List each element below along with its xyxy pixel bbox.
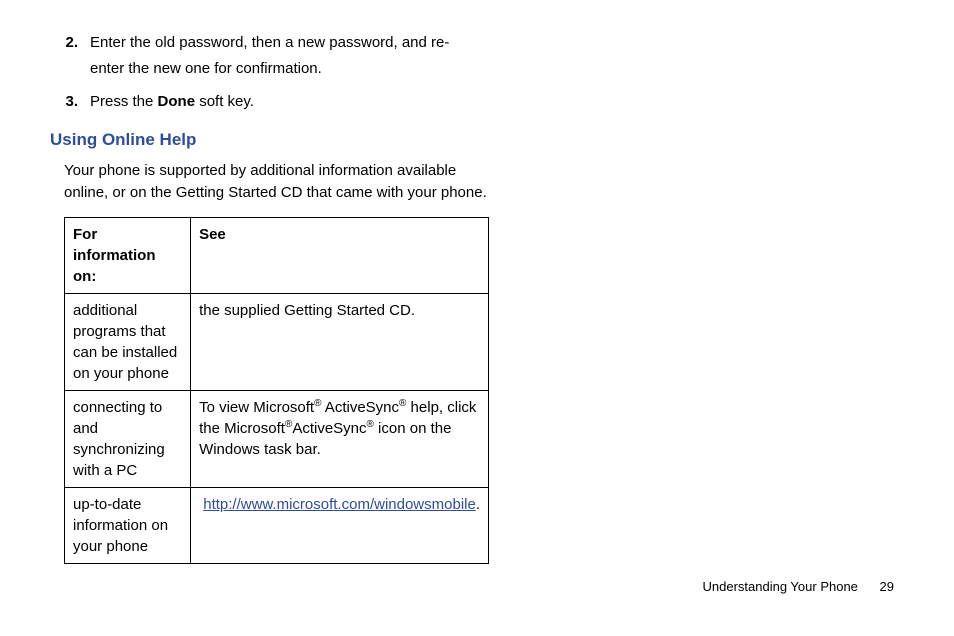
table-cell: additional programs that can be installe… [65, 293, 191, 390]
text: To view Microsoft [199, 399, 314, 416]
table-header-row: For information on: See [65, 217, 489, 293]
softkey-name: Done [158, 93, 196, 110]
text: Press the [90, 93, 158, 110]
step-list: 2. Enter the old password, then a new pa… [50, 30, 894, 115]
step-text: Enter the old password, then a new passw… [90, 30, 470, 81]
table-cell: up-to-date information on your phone [65, 487, 191, 563]
info-table: For information on: See additional progr… [64, 217, 489, 564]
text: . [476, 496, 480, 513]
page: 2. Enter the old password, then a new pa… [0, 0, 954, 636]
text: soft key. [195, 93, 254, 110]
step-item: 3. Press the Done soft key. [50, 89, 894, 115]
step-number: 3. [50, 89, 78, 115]
page-footer: Understanding Your Phone 29 [703, 579, 895, 594]
table-row: connecting to and synchronizing with a P… [65, 390, 489, 487]
table-header-cell: See [191, 217, 489, 293]
step-item: 2. Enter the old password, then a new pa… [50, 30, 894, 81]
registered-icon: ® [367, 419, 374, 430]
table-cell: connecting to and synchronizing with a P… [65, 390, 191, 487]
table-cell: the supplied Getting Started CD. [191, 293, 489, 390]
table-cell: http://www.microsoft.com/windowsmobile. [191, 487, 489, 563]
table-row: up-to-date information on your phone htt… [65, 487, 489, 563]
table-cell: To view Microsoft® ActiveSync® help, cli… [191, 390, 489, 487]
table-header-cell: For information on: [65, 217, 191, 293]
footer-section: Understanding Your Phone [703, 579, 858, 594]
page-number: 29 [880, 579, 894, 594]
text: ActiveSync [321, 399, 399, 416]
intro-paragraph: Your phone is supported by additional in… [64, 160, 494, 205]
table-row: additional programs that can be installe… [65, 293, 489, 390]
step-number: 2. [50, 30, 78, 81]
section-heading: Using Online Help [50, 130, 894, 150]
step-text: Press the Done soft key. [90, 89, 254, 115]
external-link[interactable]: http://www.microsoft.com/windowsmobile [203, 496, 476, 513]
text: ActiveSync [292, 420, 366, 437]
